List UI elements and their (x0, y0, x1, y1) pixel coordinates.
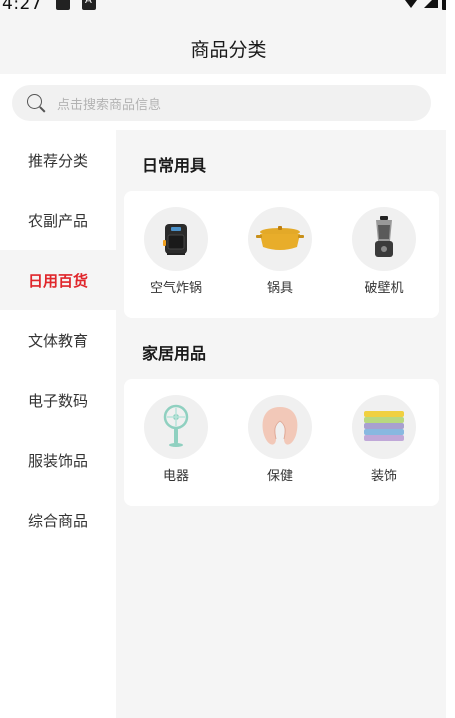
sidebar-item-recommended[interactable]: 推荐分类 (0, 130, 116, 190)
right-edge (446, 0, 455, 718)
status-icons (402, 0, 451, 10)
sidebar-item-label: 推荐分类 (27, 151, 88, 170)
category-label: 电器 (162, 469, 189, 484)
sidebar-item-label: 文体教育 (27, 331, 88, 350)
search-area: 点击搜索商品信息 (0, 74, 455, 130)
sidebar-item-label: 服装饰品 (27, 451, 88, 470)
category-card-daily-tools: 空气炸锅 锅具 破壁机 (124, 191, 439, 318)
category-item-pot[interactable]: 锅具 (228, 191, 332, 318)
sidebar-item-label: 综合商品 (27, 511, 88, 530)
section-title-home-goods: 家居用品 (142, 344, 207, 363)
sidebar-item-electronics[interactable]: 电子数码 (0, 370, 116, 430)
blender-icon (352, 207, 416, 271)
category-sidebar: 推荐分类 农副产品 日用百货 文体教育 电子数码 服装饰品 综合商品 (0, 130, 116, 718)
sidebar-item-daily-goods[interactable]: 日用百货 (0, 250, 116, 310)
category-content: 日常用具 空气炸锅 锅具 破壁机 家居用品 电器 保健 装饰 (116, 130, 446, 718)
status-time: 4:27 (2, 0, 43, 14)
category-label: 锅具 (266, 281, 293, 296)
category-item-decor[interactable]: 装饰 (332, 379, 436, 506)
search-input[interactable]: 点击搜索商品信息 (12, 85, 431, 121)
status-bar: 4:27 (0, 0, 455, 22)
towels-icon (352, 395, 416, 459)
category-card-home-goods: 电器 保健 装饰 (124, 379, 439, 506)
category-item-appliance[interactable]: 电器 (124, 379, 228, 506)
category-label: 保健 (266, 469, 293, 484)
sidebar-item-stationery-education[interactable]: 文体教育 (0, 310, 116, 370)
page-title: 商品分类 (190, 38, 267, 61)
signal-icon (424, 0, 438, 8)
image-notification-icon (56, 0, 70, 10)
section-title-daily-tools: 日常用具 (142, 156, 207, 175)
category-label: 破壁机 (364, 281, 404, 296)
sidebar-item-label: 农副产品 (27, 211, 88, 230)
category-item-health[interactable]: 保健 (228, 379, 332, 506)
neck-pillow-icon (248, 395, 312, 459)
category-label: 装饰 (370, 469, 397, 484)
category-item-blender[interactable]: 破壁机 (332, 191, 436, 318)
header: 商品分类 (0, 22, 455, 74)
wifi-icon (402, 0, 420, 8)
search-icon (27, 93, 46, 113)
sidebar-item-agricultural[interactable]: 农副产品 (0, 190, 116, 250)
air-fryer-icon (144, 207, 208, 271)
sidebar-item-general-goods[interactable]: 综合商品 (0, 490, 116, 550)
category-item-air-fryer[interactable]: 空气炸锅 (124, 191, 228, 318)
app-notification-icon (82, 0, 96, 10)
pot-icon (248, 207, 312, 271)
sidebar-item-label: 电子数码 (27, 391, 88, 410)
fan-icon (144, 395, 208, 459)
category-label: 空气炸锅 (149, 281, 202, 296)
search-placeholder: 点击搜索商品信息 (57, 97, 162, 113)
sidebar-item-apparel[interactable]: 服装饰品 (0, 430, 116, 490)
sidebar-item-label: 日用百货 (27, 271, 88, 290)
